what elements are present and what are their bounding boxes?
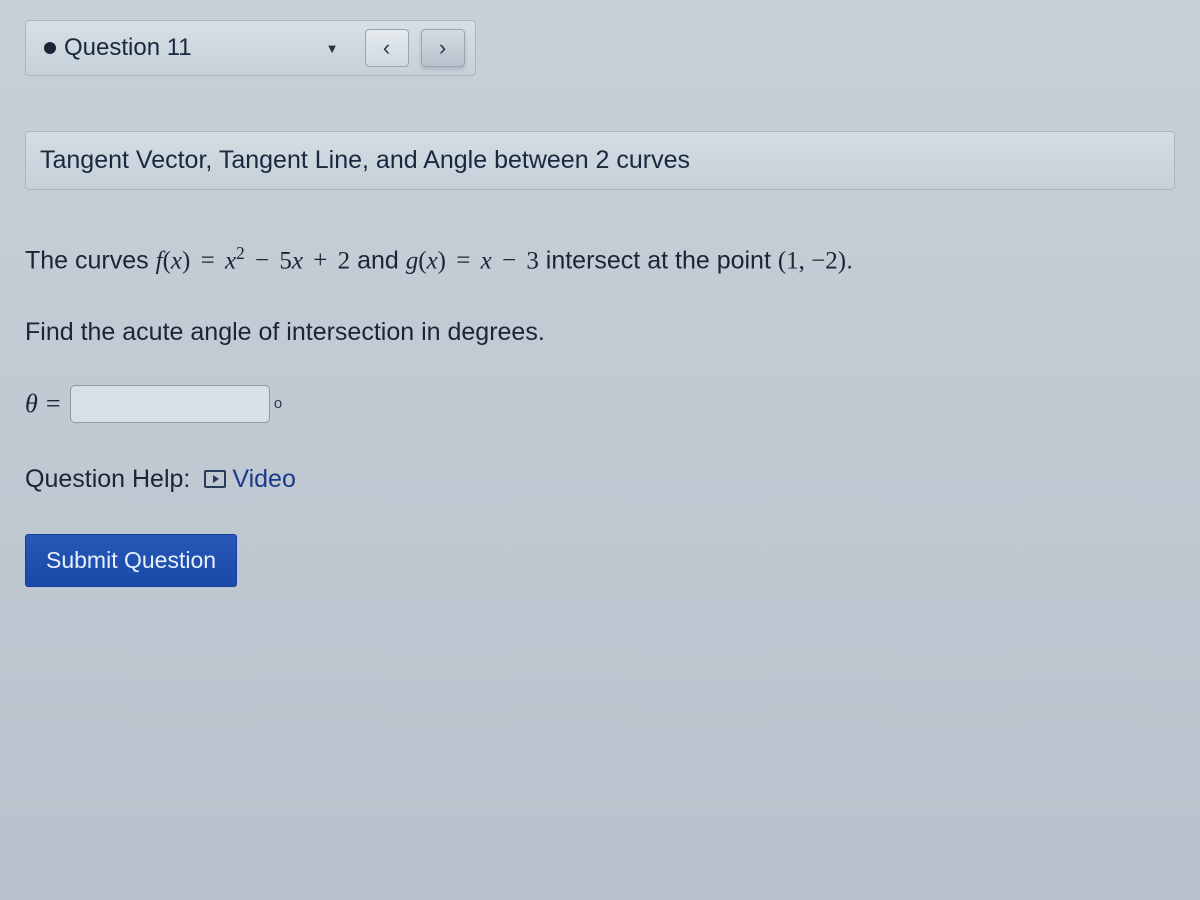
chevron-down-icon: ▼ bbox=[320, 41, 345, 56]
g-name: g bbox=[406, 247, 419, 274]
x-squared-base: x bbox=[225, 247, 236, 274]
video-link-text: Video bbox=[232, 465, 296, 494]
question-selector[interactable]: Question 11 ▼ bbox=[36, 32, 353, 64]
help-label: Question Help: bbox=[25, 465, 190, 494]
topic-title: Tangent Vector, Tangent Line, and Angle … bbox=[25, 131, 1175, 190]
period: . bbox=[846, 246, 853, 274]
problem-intro: The curves bbox=[25, 246, 156, 274]
theta-equals: = bbox=[38, 389, 62, 418]
question-number-label: Question 11 bbox=[64, 34, 192, 62]
video-icon bbox=[204, 470, 226, 488]
chevron-left-icon: ‹ bbox=[383, 35, 390, 61]
theta-label: θ = bbox=[25, 389, 62, 419]
answer-row: θ = o bbox=[25, 385, 1175, 423]
problem-statement: The curves f(x) = x2 − 5x + 2 and g(x) =… bbox=[25, 240, 1175, 280]
close-paren-2: ) bbox=[438, 247, 446, 274]
question-nav-bar: Question 11 ▼ ‹ › bbox=[25, 20, 476, 76]
minus-1: − bbox=[245, 247, 280, 274]
next-question-button[interactable]: › bbox=[421, 29, 465, 67]
prev-question-button[interactable]: ‹ bbox=[365, 29, 409, 67]
question-help-row: Question Help: Video bbox=[25, 465, 1175, 494]
equals-1: = bbox=[190, 247, 225, 274]
intersect-text: intersect at the point bbox=[539, 246, 778, 274]
open-paren-2: ( bbox=[418, 247, 426, 274]
minus-2: − bbox=[492, 247, 527, 274]
plus-1: + bbox=[303, 247, 338, 274]
theta-symbol: θ bbox=[25, 389, 38, 418]
bullet-icon bbox=[44, 42, 56, 54]
instruction-text: Find the acute angle of intersection in … bbox=[25, 318, 545, 346]
const-2: 2 bbox=[338, 247, 351, 274]
f-var: x bbox=[171, 247, 182, 274]
const-3: 3 bbox=[526, 247, 539, 274]
and-text: and bbox=[350, 246, 406, 274]
angle-input[interactable] bbox=[70, 385, 270, 423]
equals-2: = bbox=[446, 247, 481, 274]
degree-symbol: o bbox=[274, 395, 282, 412]
g-var-arg: x bbox=[427, 247, 438, 274]
submit-button-label: Submit Question bbox=[46, 547, 216, 573]
intersection-point: (1, −2) bbox=[778, 247, 846, 274]
video-help-link[interactable]: Video bbox=[204, 465, 296, 494]
submit-question-button[interactable]: Submit Question bbox=[25, 534, 237, 587]
topic-title-text: Tangent Vector, Tangent Line, and Angle … bbox=[40, 146, 690, 174]
coef-5: 5 bbox=[279, 247, 292, 274]
instruction: Find the acute angle of intersection in … bbox=[25, 318, 1175, 347]
chevron-right-icon: › bbox=[439, 35, 446, 61]
f-name: f bbox=[156, 247, 163, 274]
exponent-2: 2 bbox=[236, 243, 245, 263]
open-paren: ( bbox=[163, 247, 171, 274]
g-x: x bbox=[481, 247, 492, 274]
x-term: x bbox=[292, 247, 303, 274]
